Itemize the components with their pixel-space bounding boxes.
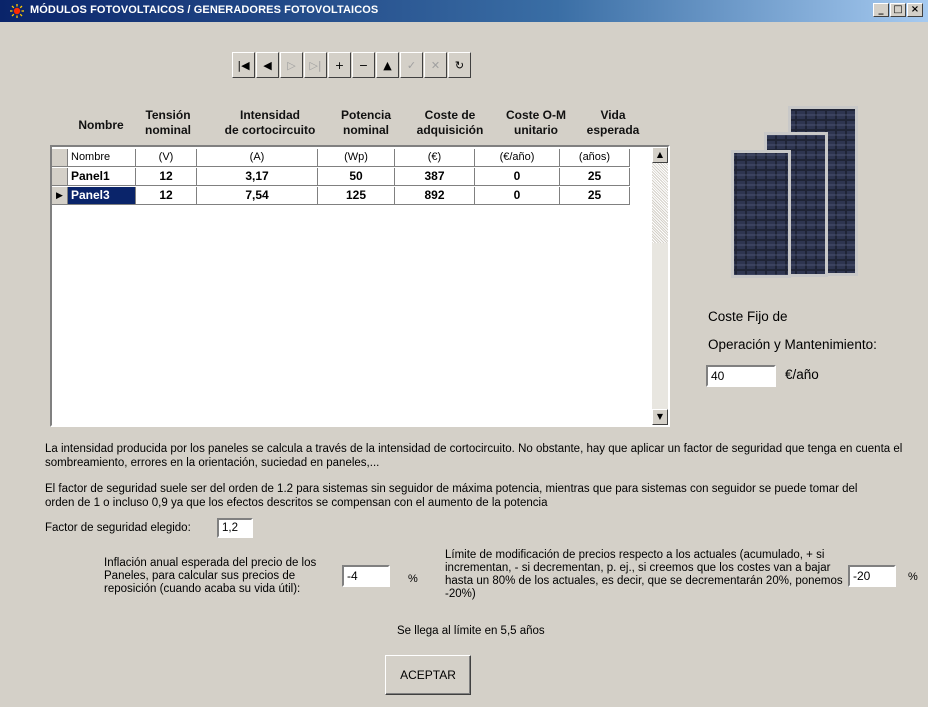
grid-cell[interactable]: Nombre (68, 149, 136, 167)
table-row[interactable]: ▶ Panel3 12 7,54 125 892 0 25 (52, 187, 656, 205)
limit-unit: % (908, 571, 918, 583)
next-record-icon[interactable]: ▷ (280, 52, 303, 78)
accept-button[interactable]: ACEPTAR (385, 655, 471, 695)
table-row[interactable]: Panel1 12 3,17 50 387 0 25 (52, 168, 656, 186)
safety-factor-label: Factor de seguridad elegido: (45, 522, 191, 534)
fixed-cost-label-2: Operación y Mantenimiento: (708, 337, 877, 352)
header-vida: Vida esperada (578, 108, 648, 138)
current-row-indicator-icon[interactable]: ▶ (52, 187, 68, 205)
scroll-up-arrow-icon[interactable]: ▲ (652, 147, 668, 163)
panels-grid[interactable]: Nombre (V) (A) (Wp) (€) (€/año) (años) Panel1 12… (50, 145, 670, 427)
header-vida-line2: esperada (586, 123, 640, 137)
grid-cell[interactable]: 3,17 (197, 168, 318, 186)
grid-cell[interactable]: 7,54 (197, 187, 318, 205)
record-navigator: |◀ ◀ ▷ ▷| + − ▲ ✓ ✕ ↻ (232, 52, 471, 78)
header-nombre: Nombre (78, 118, 124, 132)
info-paragraph-1: La intensidad producida por los paneles … (45, 443, 903, 469)
cancel-record-icon[interactable]: ✕ (424, 52, 447, 78)
header-tension: Tensión nominal (138, 108, 198, 138)
solar-panels-image (731, 106, 858, 278)
grid-units-row[interactable]: Nombre (V) (A) (Wp) (€) (€/año) (años) (52, 149, 656, 167)
grid-body: Nombre (V) (A) (Wp) (€) (€/año) (años) Panel1 12… (52, 147, 656, 425)
grid-cell[interactable]: (años) (560, 149, 630, 167)
minimize-button[interactable]: _ (873, 3, 889, 17)
limit-label: Límite de modificación de precios respec… (445, 549, 843, 600)
grid-cell[interactable]: (V) (136, 149, 197, 167)
info-paragraph-2: El factor de seguridad suele ser del ord… (45, 483, 858, 509)
scroll-track[interactable] (652, 163, 668, 243)
header-intensidad-line2: de cortocircuito (224, 123, 316, 137)
row-indicator[interactable] (52, 168, 68, 186)
header-potencia-line1: Potencia (340, 108, 391, 122)
inflation-input[interactable]: -4 (342, 565, 390, 587)
limit-input[interactable]: -20 (848, 565, 896, 587)
maximize-button[interactable]: □ (890, 3, 906, 17)
window-title: MÓDULOS FOTOVOLTAICOS / GENERADORES FOTO… (30, 4, 379, 16)
header-costeom-line2: unitario (514, 123, 558, 137)
grid-vertical-scrollbar[interactable]: ▲ ▼ (652, 147, 668, 425)
grid-cell[interactable]: (€) (395, 149, 475, 167)
grid-cell[interactable]: (A) (197, 149, 318, 167)
grid-cell[interactable]: Panel3 (68, 187, 136, 205)
grid-cell[interactable]: 12 (136, 187, 197, 205)
header-coste: Coste de adquisición (408, 108, 492, 138)
post-record-icon[interactable]: ✓ (400, 52, 423, 78)
grid-cell[interactable]: (Wp) (318, 149, 395, 167)
edit-record-icon[interactable]: ▲ (376, 52, 399, 78)
grid-cell[interactable]: (€/año) (475, 149, 560, 167)
scroll-down-arrow-icon[interactable]: ▼ (652, 409, 668, 425)
refresh-record-icon[interactable]: ↻ (448, 52, 471, 78)
row-indicator[interactable] (52, 149, 68, 167)
title-bar: MÓDULOS FOTOVOLTAICOS / GENERADORES FOTO… (0, 0, 928, 22)
header-tension-line1: Tensión (145, 108, 191, 122)
delete-record-icon[interactable]: − (352, 52, 375, 78)
grid-cell[interactable]: 25 (560, 187, 630, 205)
header-potencia: Potencia nominal (330, 108, 402, 138)
header-vida-line1: Vida (600, 108, 626, 122)
grid-cell[interactable]: 892 (395, 187, 475, 205)
safety-factor-input[interactable]: 1,2 (217, 518, 253, 538)
header-costeom: Coste O-M unitario (496, 108, 576, 138)
grid-cell[interactable]: Panel1 (68, 168, 136, 186)
inflation-unit: % (408, 573, 418, 585)
grid-cell[interactable]: 25 (560, 168, 630, 186)
header-tension-line2: nominal (144, 123, 191, 137)
grid-cell[interactable]: 50 (318, 168, 395, 186)
grid-cell[interactable]: 12 (136, 168, 197, 186)
insert-record-icon[interactable]: + (328, 52, 351, 78)
grid-cell[interactable]: 0 (475, 187, 560, 205)
header-potencia-line2: nominal (342, 123, 389, 137)
prior-record-icon[interactable]: ◀ (256, 52, 279, 78)
header-intensidad: Intensidad de cortocircuito (208, 108, 332, 138)
header-intensidad-line1: Intensidad (239, 108, 300, 122)
inflation-label: Inflación anual esperada del precio de l… (104, 557, 317, 595)
first-record-icon[interactable]: |◀ (232, 52, 255, 78)
header-costeom-line1: Coste O-M (506, 108, 566, 122)
header-coste-line2: adquisición (416, 123, 484, 137)
fixed-cost-unit: €/año (785, 367, 819, 382)
limit-reached-note: Se llega al límite en 5,5 años (397, 625, 545, 637)
last-record-icon[interactable]: ▷| (304, 52, 327, 78)
grid-cell[interactable]: 125 (318, 187, 395, 205)
grid-cell[interactable]: 387 (395, 168, 475, 186)
close-button[interactable]: × (907, 3, 923, 17)
grid-cell[interactable]: 0 (475, 168, 560, 186)
sun-icon (10, 4, 24, 18)
header-coste-line1: Coste de (424, 108, 476, 122)
fixed-cost-label-1: Coste Fijo de (708, 309, 788, 324)
fixed-cost-input[interactable]: 40 (706, 365, 776, 387)
